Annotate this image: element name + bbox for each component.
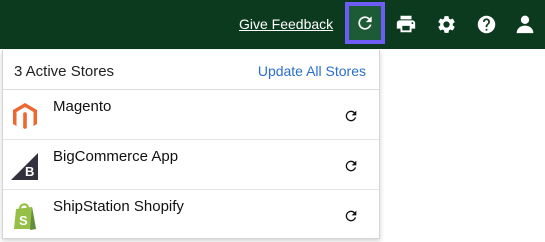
store-row-magento: Magento [3, 90, 379, 140]
store-row-bigcommerce: B BigCommerce App [3, 140, 379, 190]
printer-icon [396, 15, 416, 33]
refresh-store-button[interactable] [342, 207, 360, 225]
update-all-stores-link[interactable]: Update All Stores [258, 63, 366, 79]
refresh-icon [345, 210, 357, 222]
print-button[interactable] [395, 13, 417, 35]
refresh-store-button[interactable] [342, 107, 360, 125]
shopify-logo-icon: S [9, 200, 41, 232]
help-button[interactable] [475, 13, 497, 35]
store-name: BigCommerce App [53, 148, 179, 165]
account-button[interactable] [514, 13, 536, 35]
stores-panel-header: 3 Active Stores Update All Stores [3, 50, 379, 90]
refresh-icon [345, 160, 357, 172]
give-feedback-link[interactable]: Give Feedback [239, 16, 333, 32]
user-icon [516, 15, 534, 34]
help-icon [477, 15, 495, 33]
store-name: ShipStation Shopify [53, 198, 184, 215]
svg-text:S: S [19, 213, 28, 228]
active-stores-count: 3 Active Stores [14, 63, 115, 80]
refresh-stores-button[interactable] [345, 2, 385, 44]
refresh-store-button[interactable] [342, 157, 360, 175]
settings-button[interactable] [435, 13, 457, 35]
refresh-icon [358, 16, 372, 30]
bigcommerce-logo-icon: B [9, 150, 41, 182]
magento-logo-icon [9, 100, 41, 132]
gear-icon [437, 15, 455, 33]
refresh-icon [345, 110, 357, 122]
top-navigation-bar: Give Feedback [0, 0, 545, 49]
store-row-shipstation-shopify: S ShipStation Shopify [3, 190, 379, 240]
active-stores-dropdown: 3 Active Stores Update All Stores Magent… [2, 50, 380, 239]
svg-text:B: B [25, 164, 34, 179]
store-name: Magento [53, 98, 112, 115]
